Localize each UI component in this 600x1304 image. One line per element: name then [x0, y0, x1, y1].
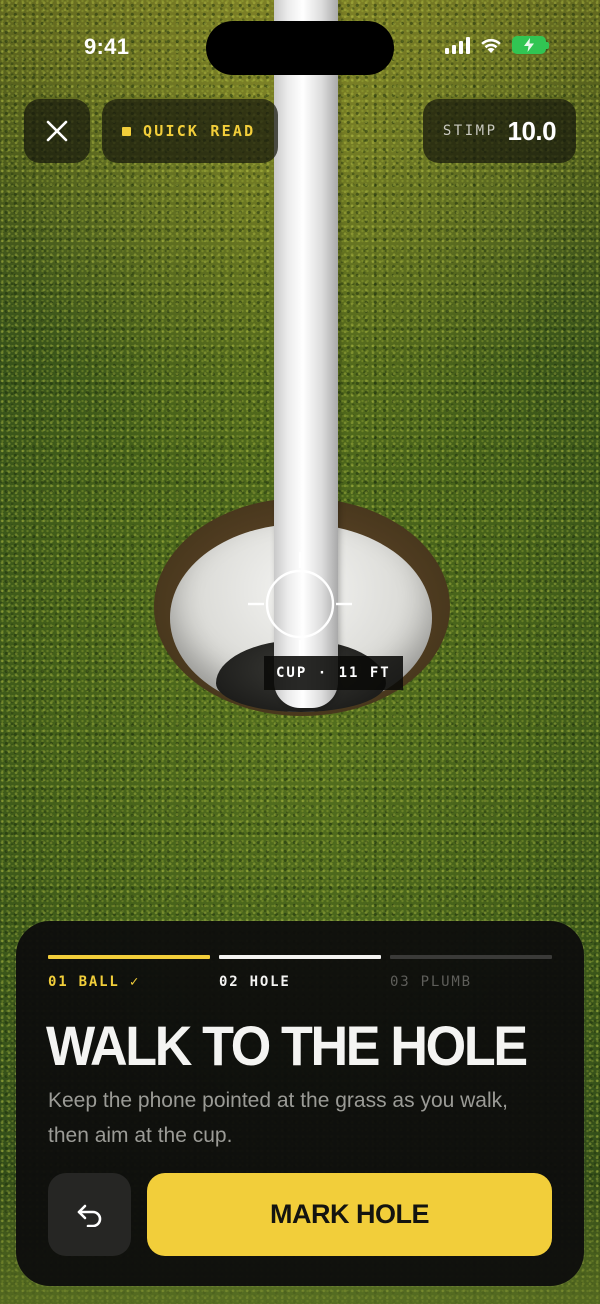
- battery-charging-icon: [512, 36, 549, 54]
- step-track-ball: [48, 955, 210, 959]
- dynamic-island: [206, 21, 394, 75]
- cellular-signal-icon: [445, 36, 470, 54]
- crosshair-reticle-icon: [248, 552, 352, 656]
- instruction-sheet: 01 BALL ✓ 02 HOLE 03 PLUMB WALK TO THE H…: [16, 921, 584, 1286]
- status-time: 9:41: [84, 34, 130, 59]
- mark-hole-button[interactable]: MARK HOLE: [147, 1173, 552, 1256]
- step-track-hole: [219, 955, 381, 959]
- step-track-plumb: [390, 955, 552, 959]
- step-progress: [48, 955, 552, 959]
- mode-chip[interactable]: QUICK READ: [102, 99, 278, 163]
- cup-distance-tag: CUP · 11 FT: [264, 656, 403, 690]
- sheet-body: Keep the phone pointed at the grass as y…: [48, 1089, 508, 1147]
- mode-indicator-icon: [122, 126, 131, 136]
- close-icon: [46, 120, 68, 142]
- mode-label: QUICK READ: [143, 122, 256, 140]
- wifi-icon: [481, 38, 501, 53]
- stimp-label: STIMP: [442, 123, 498, 139]
- back-button[interactable]: [48, 1173, 131, 1256]
- stimp-value: 10.0: [507, 115, 557, 146]
- status-icons: [445, 36, 549, 54]
- stimp-chip[interactable]: STIMP 10.0: [423, 99, 576, 163]
- close-button[interactable]: [24, 99, 90, 163]
- step-label-hole: 02 HOLE: [219, 974, 291, 990]
- sheet-title: WALK TO THE HOLE: [46, 1014, 528, 1077]
- step-label-ball: 01 BALL ✓: [48, 974, 141, 990]
- step-label-plumb: 03 PLUMB: [390, 974, 472, 990]
- status-bar: 9:41: [0, 0, 600, 96]
- undo-arrow-icon: [77, 1204, 101, 1227]
